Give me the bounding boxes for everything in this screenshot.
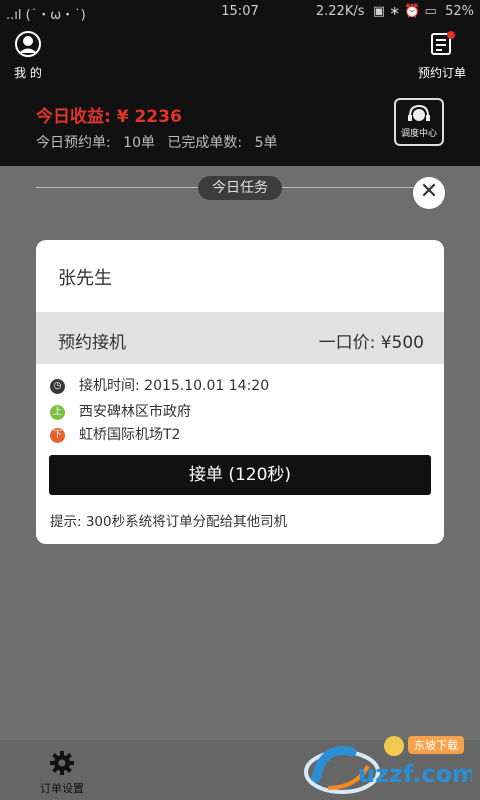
passenger-name: 张先生 bbox=[58, 268, 112, 289]
watermark-text: uzzf.com bbox=[358, 760, 472, 788]
gear-icon bbox=[34, 750, 90, 776]
today-tasks-label: 今日任务 bbox=[198, 176, 282, 200]
net-speed: 2.22K/s bbox=[315, 4, 365, 19]
pickup-marker-icon: 上 bbox=[50, 404, 65, 420]
dispatch-center-label: 调度中心 bbox=[400, 129, 437, 139]
accept-order-button[interactable]: 接单 (120秒) bbox=[49, 455, 431, 495]
my-profile-label: 我 的 bbox=[14, 66, 42, 80]
my-profile-button[interactable]: 我 的 bbox=[8, 30, 48, 81]
today-order-stats: 今日预约单: 10单 已完成单数: 5单 bbox=[36, 135, 278, 151]
reserved-orders-button[interactable]: 预约订单 bbox=[416, 30, 468, 81]
dropoff-marker-icon: 下 bbox=[50, 427, 65, 443]
fixed-price: 一口价: ¥500 bbox=[318, 333, 424, 353]
order-type: 预约接机 bbox=[58, 333, 126, 353]
orders-document-icon bbox=[416, 30, 468, 58]
pickup-time: 接机时间: 2015.10.01 14:20 bbox=[79, 378, 270, 394]
dropoff-location-row: 下虹桥国际机场T2 bbox=[50, 426, 180, 444]
pickup-time-row: ◷ 接机时间: 2015.10.01 14:20 bbox=[50, 377, 269, 395]
battery-level: 52% bbox=[445, 4, 474, 19]
order-card: 张先生 预约接机 一口价: ¥500 ◷ 接机时间: 2015.10.01 14:… bbox=[36, 240, 444, 544]
pickup-location: 西安碑林区市政府 bbox=[79, 404, 191, 420]
pickup-location-row: 上西安碑林区市政府 bbox=[50, 403, 191, 421]
user-icon bbox=[8, 30, 48, 58]
close-icon: ✕ bbox=[419, 179, 439, 204]
reserved-orders-label: 预约订单 bbox=[417, 66, 466, 80]
order-settings-button[interactable]: 订单设置 bbox=[34, 750, 90, 796]
dispatch-center-button[interactable]: 调度中心 bbox=[394, 98, 444, 146]
watermark-logo: 东坡下载 uzzf.com bbox=[298, 716, 477, 796]
status-bar: ..ıl (˙・ω・˙) 15:07 2.22K/s ▣ ∗ ⏰ ▭ 52% bbox=[0, 0, 480, 24]
order-settings-label: 订单设置 bbox=[40, 782, 84, 795]
status-right: 2.22K/s ▣ ∗ ⏰ ▭ 52% bbox=[316, 4, 474, 19]
close-button[interactable]: ✕ bbox=[413, 177, 445, 209]
today-earnings: 今日收益: ¥ 2236 bbox=[36, 107, 182, 127]
header: 我 的 预约订单 今日收益: ¥ 2236 今日预约单: 10单 已完成单数: … bbox=[0, 24, 480, 166]
dropoff-location: 虹桥国际机场T2 bbox=[79, 427, 181, 443]
order-type-band: 预约接机 一口价: ¥500 bbox=[36, 312, 444, 364]
status-icons: ▣ ∗ ⏰ ▭ bbox=[368, 4, 441, 19]
headset-icon bbox=[396, 104, 442, 126]
clock-icon: ◷ bbox=[50, 378, 65, 394]
assignment-hint: 提示: 300秒系统将订单分配给其他司机 bbox=[50, 514, 288, 530]
watermark-tag: 东坡下载 bbox=[414, 739, 458, 752]
